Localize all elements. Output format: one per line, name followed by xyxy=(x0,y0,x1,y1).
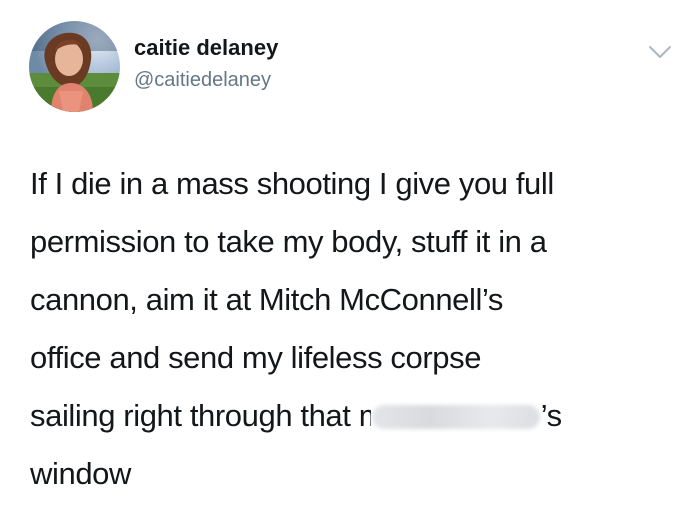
tweet-text-line: office and send my lifeless corpse xyxy=(30,340,482,375)
avatar[interactable] xyxy=(29,21,120,112)
author-display-name[interactable]: caitie delaney xyxy=(134,34,278,62)
author-handle[interactable]: @caitiedelaney xyxy=(134,67,271,93)
avatar-photo xyxy=(29,21,120,112)
tweet-text-segment: sailing right through that xyxy=(30,398,359,433)
tweet-text-line: permission to take my body, stuff it in … xyxy=(30,224,547,259)
tweet-text: If I die in a mass shooting I give you f… xyxy=(30,155,690,503)
tweet-text-line-censored: sailing right through that m ’s xyxy=(30,387,690,445)
tweet-text-partial-letter: m xyxy=(359,387,371,445)
chevron-down-icon[interactable] xyxy=(648,44,672,62)
tweet-text-line: If I die in a mass shooting I give you f… xyxy=(30,166,554,201)
tweet-text-line: window xyxy=(30,456,131,491)
tweet-card: caitie delaney @caitiedelaney If I die i… xyxy=(0,0,700,511)
censored-word-blur xyxy=(371,405,540,429)
tweet-text-segment: ’s xyxy=(540,398,562,433)
tweet-text-line: cannon, aim it at Mitch McConnell’s xyxy=(30,282,504,317)
